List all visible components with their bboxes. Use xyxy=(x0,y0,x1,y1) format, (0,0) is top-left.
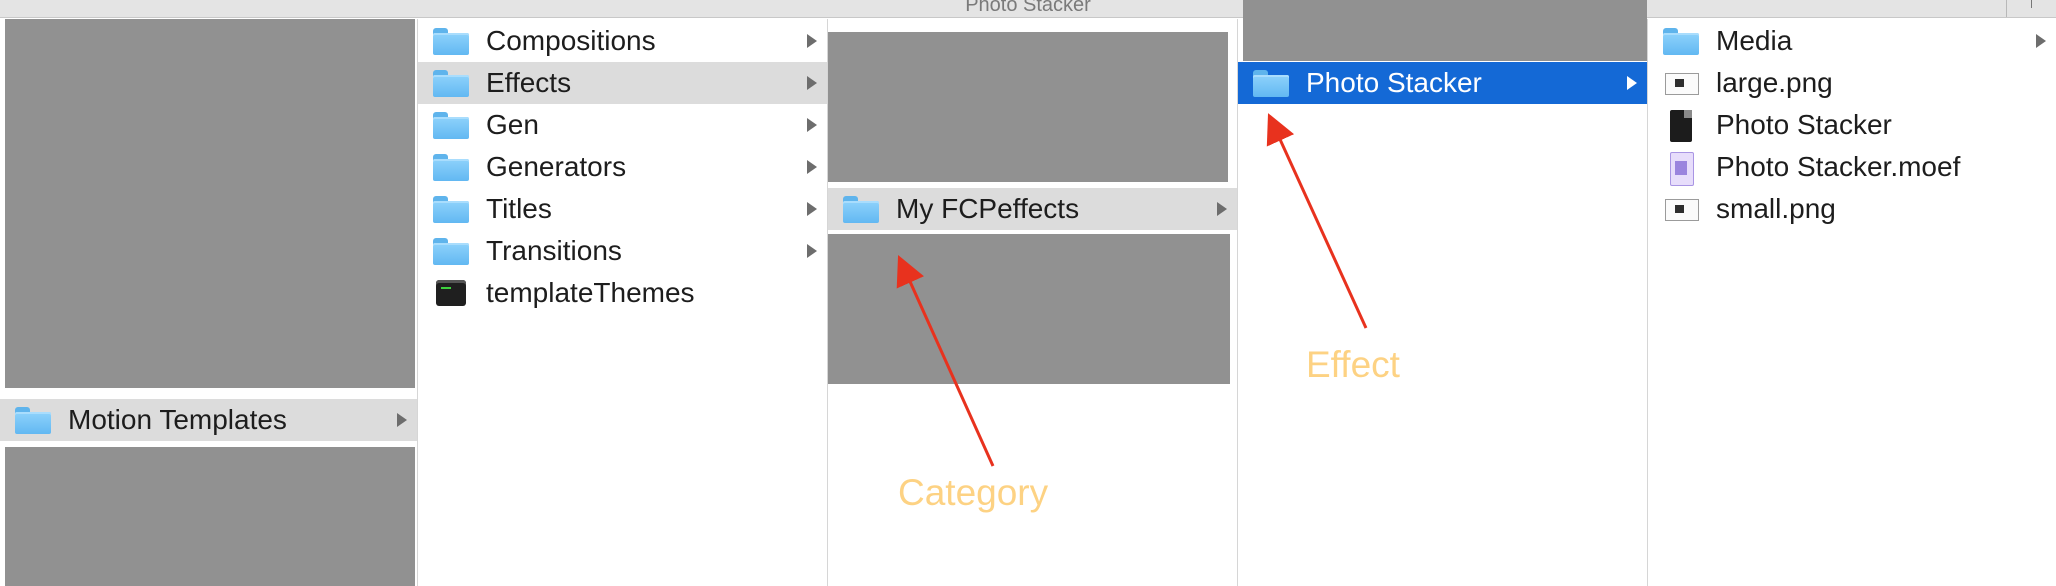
arrow-to-effect xyxy=(1266,113,1368,329)
finder-window: Photo Stacker Motion Templates Compositi… xyxy=(0,0,2056,586)
annotation-category-label: Category xyxy=(898,472,1049,513)
annotation-effect-label: Effect xyxy=(1306,344,1400,385)
arrow-to-category xyxy=(896,255,995,467)
